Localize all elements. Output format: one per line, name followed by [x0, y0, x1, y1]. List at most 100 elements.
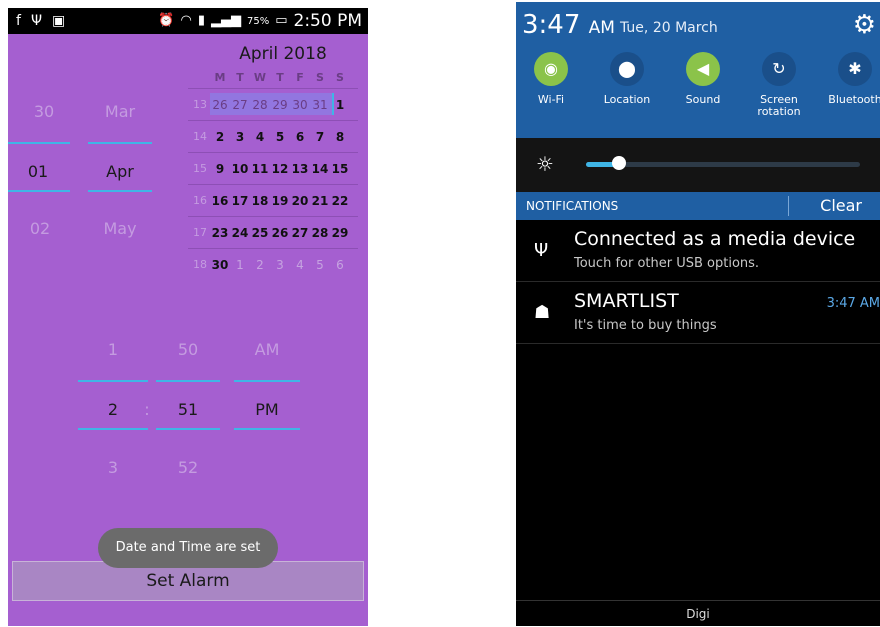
calendar-day[interactable]: 23 [210, 226, 230, 240]
sound-icon: ◀ [686, 52, 720, 86]
month-top-divider [88, 142, 152, 144]
month-next[interactable]: May [92, 219, 148, 238]
calendar-day[interactable]: 5 [310, 258, 330, 272]
image-icon: ▣ [51, 13, 66, 29]
clock: 3:47 AM [522, 10, 615, 40]
calendar-week-row: 14 2 3 4 5 6 7 8 [188, 120, 358, 152]
signal-icon: ▂▄▆ [210, 13, 241, 28]
hour-top-divider [78, 380, 148, 382]
calendar-day[interactable]: 13 [290, 162, 310, 176]
minute-next[interactable]: 52 [168, 458, 208, 477]
day-prev[interactable]: 30 [24, 102, 64, 121]
gear-icon[interactable]: ⚙ [853, 10, 876, 40]
day-selected[interactable]: 01 [18, 162, 58, 181]
calendar-day[interactable]: 2 [210, 130, 230, 144]
calendar-day[interactable]: 20 [290, 194, 310, 208]
calendar-day[interactable]: 1 [330, 98, 350, 112]
facebook-icon: f [16, 13, 21, 29]
wifi-icon: ◉ [534, 52, 568, 86]
notification-item[interactable]: ☗ SMARTLIST It's time to buy things 3:47… [516, 282, 880, 344]
calendar-day[interactable]: 15 [330, 162, 350, 176]
month-selected[interactable]: Apr [92, 162, 148, 181]
android-icon: ☗ [534, 302, 551, 323]
clear-button[interactable]: Clear [820, 196, 862, 215]
alarm-app-screen: f Ψ ▣ ⏰ ◠ ▮ ▂▄▆ 75% ▭ 2:50 PM 30 01 02 M… [8, 8, 368, 626]
quick-setting-tile[interactable]: ✱ Bluetooth [820, 52, 880, 106]
weekday-label: M [214, 71, 226, 84]
weekday-label: S [316, 71, 324, 84]
calendar-day[interactable]: 6 [290, 130, 310, 144]
notification-item[interactable]: Ψ Connected as a media device Touch for … [516, 220, 880, 282]
calendar-day[interactable]: 10 [230, 162, 250, 176]
brightness-row: ☼ [516, 138, 880, 192]
brightness-slider-thumb[interactable] [611, 156, 626, 170]
calendar-day[interactable]: 28 [310, 226, 330, 240]
usb-icon: Ψ [30, 13, 42, 29]
calendar-view[interactable]: April 2018 M T W T F S S 13 26 27 28 29 30 31 1… [188, 40, 358, 280]
calendar-day[interactable]: 30 [210, 258, 230, 272]
calendar-day[interactable]: 16 [210, 194, 230, 208]
hour-next[interactable]: 3 [98, 458, 128, 477]
quick-setting-tile[interactable]: ◉ Wi-Fi [516, 52, 586, 106]
ampm-prev[interactable]: AM [244, 340, 290, 359]
calendar-day[interactable]: 18 [250, 194, 270, 208]
day-bottom-divider [8, 190, 70, 192]
quick-settings-panel: 3:47 AM Tue, 20 March ⚙ ◉ Wi-Fi ⬤ Location ◀… [516, 2, 880, 138]
calendar-day[interactable]: 1 [230, 258, 250, 272]
calendar-day[interactable]: 24 [230, 226, 250, 240]
calendar-day[interactable]: 2 [250, 258, 270, 272]
calendar-day[interactable]: 29 [330, 226, 350, 240]
calendar-day[interactable]: 4 [290, 258, 310, 272]
calendar-day[interactable]: 12 [270, 162, 290, 176]
usb-icon: Ψ [534, 240, 549, 261]
weekday-label: F [296, 71, 304, 84]
week-number: 18 [193, 258, 207, 271]
calendar-day[interactable]: 5 [270, 130, 290, 144]
month-bottom-divider [88, 190, 152, 192]
hour-selected[interactable]: 2 [98, 400, 128, 419]
quick-setting-tile[interactable]: ◀ Sound [668, 52, 738, 106]
calendar-day[interactable]: 3 [270, 258, 290, 272]
calendar-day[interactable]: 29 [270, 98, 290, 112]
calendar-day[interactable]: 25 [250, 226, 270, 240]
notifications-header: NOTIFICATIONS Clear [516, 192, 880, 220]
calendar-day[interactable]: 27 [290, 226, 310, 240]
tile-label: Wi-Fi [537, 93, 565, 106]
calendar-day[interactable]: 28 [250, 98, 270, 112]
screenshot-pair: f Ψ ▣ ⏰ ◠ ▮ ▂▄▆ 75% ▭ 2:50 PM 30 01 02 M… [0, 0, 880, 627]
minute-prev[interactable]: 50 [168, 340, 208, 359]
calendar-day[interactable]: 19 [270, 194, 290, 208]
brightness-track[interactable] [586, 162, 860, 167]
rotation-icon: ↻ [762, 52, 796, 86]
calendar-day[interactable]: 6 [330, 258, 350, 272]
month-prev[interactable]: Mar [92, 102, 148, 121]
calendar-day[interactable]: 31 [310, 98, 330, 112]
calendar-day[interactable]: 7 [310, 130, 330, 144]
calendar-day[interactable]: 4 [250, 130, 270, 144]
calendar-day[interactable]: 30 [290, 98, 310, 112]
calendar-day[interactable]: 22 [330, 194, 350, 208]
minute-selected[interactable]: 51 [168, 400, 208, 419]
notification-title: Connected as a media device [574, 228, 856, 250]
wifi-icon: ◠ [180, 13, 192, 28]
calendar-day[interactable]: 27 [230, 98, 250, 112]
calendar-day[interactable]: 3 [230, 130, 250, 144]
calendar-day[interactable]: 9 [210, 162, 230, 176]
calendar-day[interactable]: 14 [310, 162, 330, 176]
sim-icon: ▮ [197, 13, 205, 28]
calendar-day[interactable]: 26 [270, 226, 290, 240]
notifications-title: NOTIFICATIONS [526, 199, 619, 213]
calendar-day[interactable]: 17 [230, 194, 250, 208]
calendar-day[interactable]: 26 [210, 98, 230, 112]
calendar-day[interactable]: 8 [330, 130, 350, 144]
day-next[interactable]: 02 [20, 219, 60, 238]
brightness-icon[interactable]: ☼ [536, 152, 554, 176]
ampm-selected[interactable]: PM [244, 400, 290, 419]
status-time: 2:50 PM [293, 11, 363, 31]
status-bar: f Ψ ▣ ⏰ ◠ ▮ ▂▄▆ 75% ▭ 2:50 PM [8, 8, 368, 34]
calendar-day[interactable]: 11 [250, 162, 270, 176]
calendar-day[interactable]: 21 [310, 194, 330, 208]
quick-setting-tile[interactable]: ↻ Screen rotation [744, 52, 814, 118]
quick-setting-tile[interactable]: ⬤ Location [592, 52, 662, 106]
hour-prev[interactable]: 1 [98, 340, 128, 359]
